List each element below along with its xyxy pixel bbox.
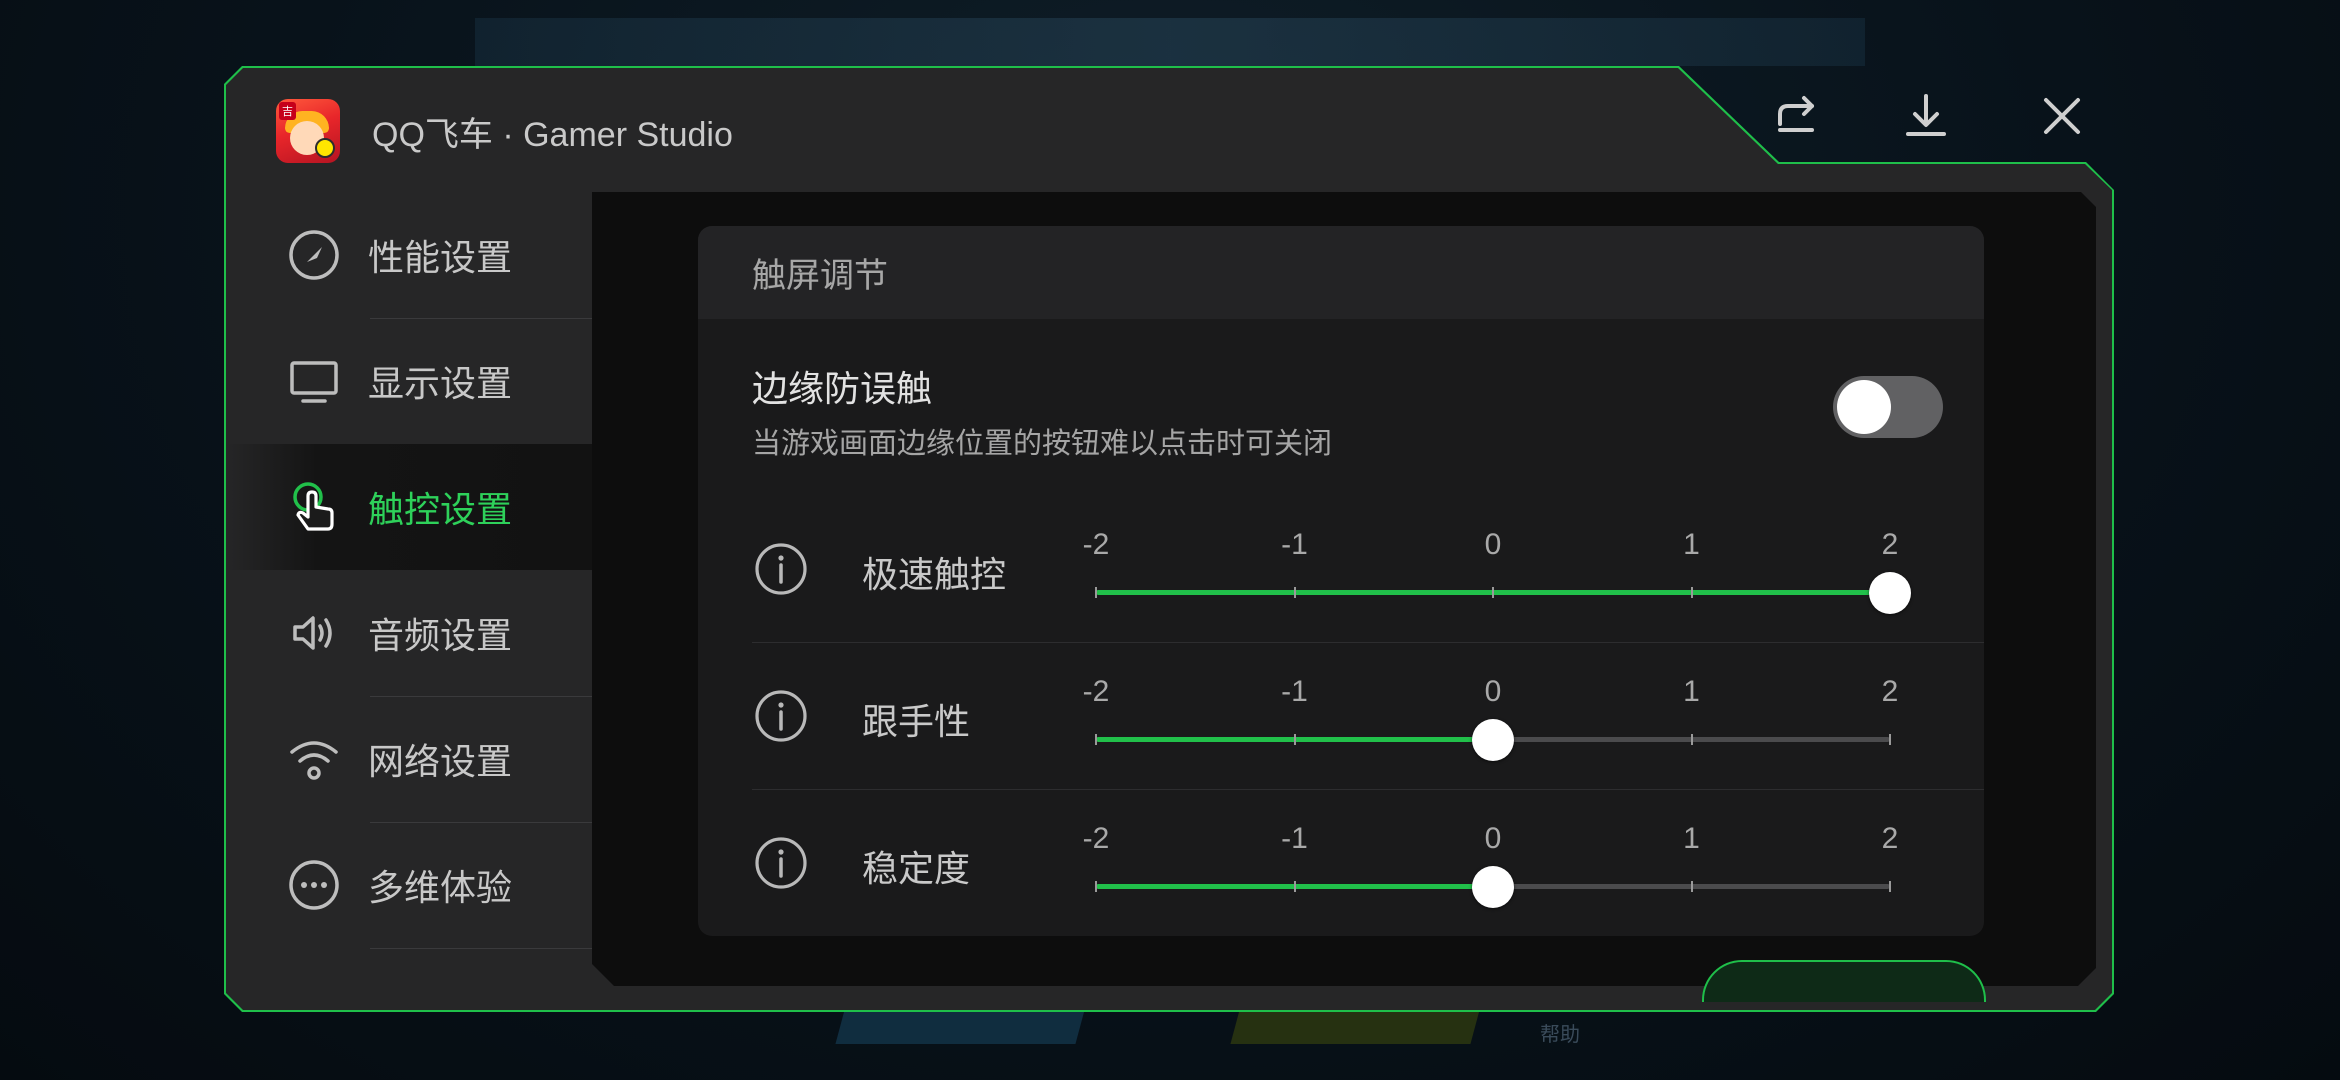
sidebar-item-label: 显示设置 [368, 364, 513, 405]
tick-label: 0 [1484, 675, 1502, 708]
download-button[interactable] [1896, 86, 1956, 146]
tick-label: 0 [1484, 528, 1502, 561]
tick-label: 1 [1683, 675, 1700, 708]
sidebar: 性能设置 显示设置 触控设置 音频设置 网络设置 多维体验 [226, 192, 592, 952]
slider-label: 稳定度 [862, 849, 971, 890]
tick-label: 0 [1484, 822, 1502, 855]
info-icon[interactable] [754, 689, 808, 743]
download-icon [1906, 94, 1946, 136]
share-button[interactable] [1768, 86, 1828, 146]
divider [370, 948, 592, 949]
tick-mark [1095, 734, 1097, 745]
tick-label: -1 [1281, 675, 1308, 708]
more-dots-icon [286, 857, 342, 913]
background-button-yellow [1230, 1010, 1480, 1044]
tick-label: 2 [1881, 822, 1899, 855]
slider-label: 跟手性 [862, 702, 971, 743]
slider-thumb[interactable] [1472, 719, 1514, 761]
divider [752, 789, 1984, 790]
info-icon[interactable] [754, 836, 808, 890]
edge-protection-toggle[interactable] [1833, 376, 1943, 438]
confirm-button-partial[interactable] [1702, 960, 1986, 1002]
tick-label: 2 [1881, 528, 1899, 561]
tick-label: 1 [1683, 822, 1700, 855]
background-button-blue [835, 1010, 1085, 1044]
tick-label: -2 [1082, 675, 1110, 708]
tick-label: 2 [1881, 675, 1899, 708]
speedometer-icon [286, 227, 342, 283]
slider-thumb[interactable] [1869, 572, 1911, 614]
toggle-knob [1837, 380, 1891, 434]
app-icon: 吉 [276, 99, 340, 163]
slider-thumb[interactable] [1472, 866, 1514, 908]
sidebar-item-label: 性能设置 [368, 238, 513, 279]
slider-label: 极速触控 [862, 555, 1007, 596]
sidebar-item-network[interactable]: 网络设置 [226, 696, 592, 822]
touch-hand-icon [286, 479, 342, 535]
divider [752, 642, 1984, 643]
stability-slider[interactable]: -2 -1 0 1 2 [1083, 822, 1898, 908]
background-game-banner [475, 18, 1865, 66]
tick-mark [1293, 587, 1296, 598]
tick-mark [1889, 881, 1891, 892]
tick-mark [1492, 587, 1494, 598]
card-header: 触屏调节 [698, 226, 1984, 319]
follow-hand-slider[interactable]: -2 -1 0 1 2 [1083, 675, 1898, 761]
monitor-icon [286, 353, 342, 409]
sidebar-item-label: 多维体验 [368, 868, 513, 909]
sidebar-item-performance[interactable]: 性能设置 [226, 192, 592, 318]
tick-mark [1889, 734, 1891, 745]
edge-protection-description: 当游戏画面边缘位置的按钮难以点击时可关闭 [752, 426, 1333, 460]
tick-label: -2 [1082, 822, 1110, 855]
speaker-icon [286, 605, 342, 661]
sidebar-item-touch[interactable]: 触控设置 [226, 444, 592, 570]
wifi-icon [286, 731, 342, 787]
background-help-text: 帮助 [1540, 1022, 1580, 1046]
tick-mark [1690, 734, 1693, 745]
fast-touch-slider[interactable]: -2 -1 0 1 2 [1083, 528, 1911, 614]
tick-mark [1095, 587, 1097, 598]
title-bar: 吉 QQ飞车 · Gamer Studio [276, 96, 733, 166]
share-icon [1778, 96, 1814, 132]
sidebar-item-display[interactable]: 显示设置 [226, 318, 592, 444]
tick-mark [1690, 587, 1693, 598]
close-button[interactable] [2032, 86, 2092, 146]
tick-mark [1293, 881, 1296, 892]
tick-label: -1 [1281, 822, 1308, 855]
tick-mark [1690, 881, 1693, 892]
info-icon[interactable] [754, 542, 808, 596]
sidebar-item-label: 网络设置 [368, 742, 513, 783]
window-title: QQ飞车 · Gamer Studio [372, 115, 733, 154]
sidebar-item-multidimensional[interactable]: 多维体验 [226, 822, 592, 948]
edge-protection-title: 边缘防误触 [752, 369, 933, 410]
tick-label: -1 [1281, 528, 1308, 561]
tick-mark [1293, 734, 1296, 745]
sidebar-item-audio[interactable]: 音频设置 [226, 570, 592, 696]
close-icon [2044, 98, 2080, 134]
sidebar-item-label: 音频设置 [368, 616, 513, 657]
tick-mark [1095, 881, 1097, 892]
tick-label: 1 [1683, 528, 1700, 561]
tick-label: -2 [1082, 528, 1110, 561]
sidebar-item-label: 触控设置 [368, 490, 513, 531]
